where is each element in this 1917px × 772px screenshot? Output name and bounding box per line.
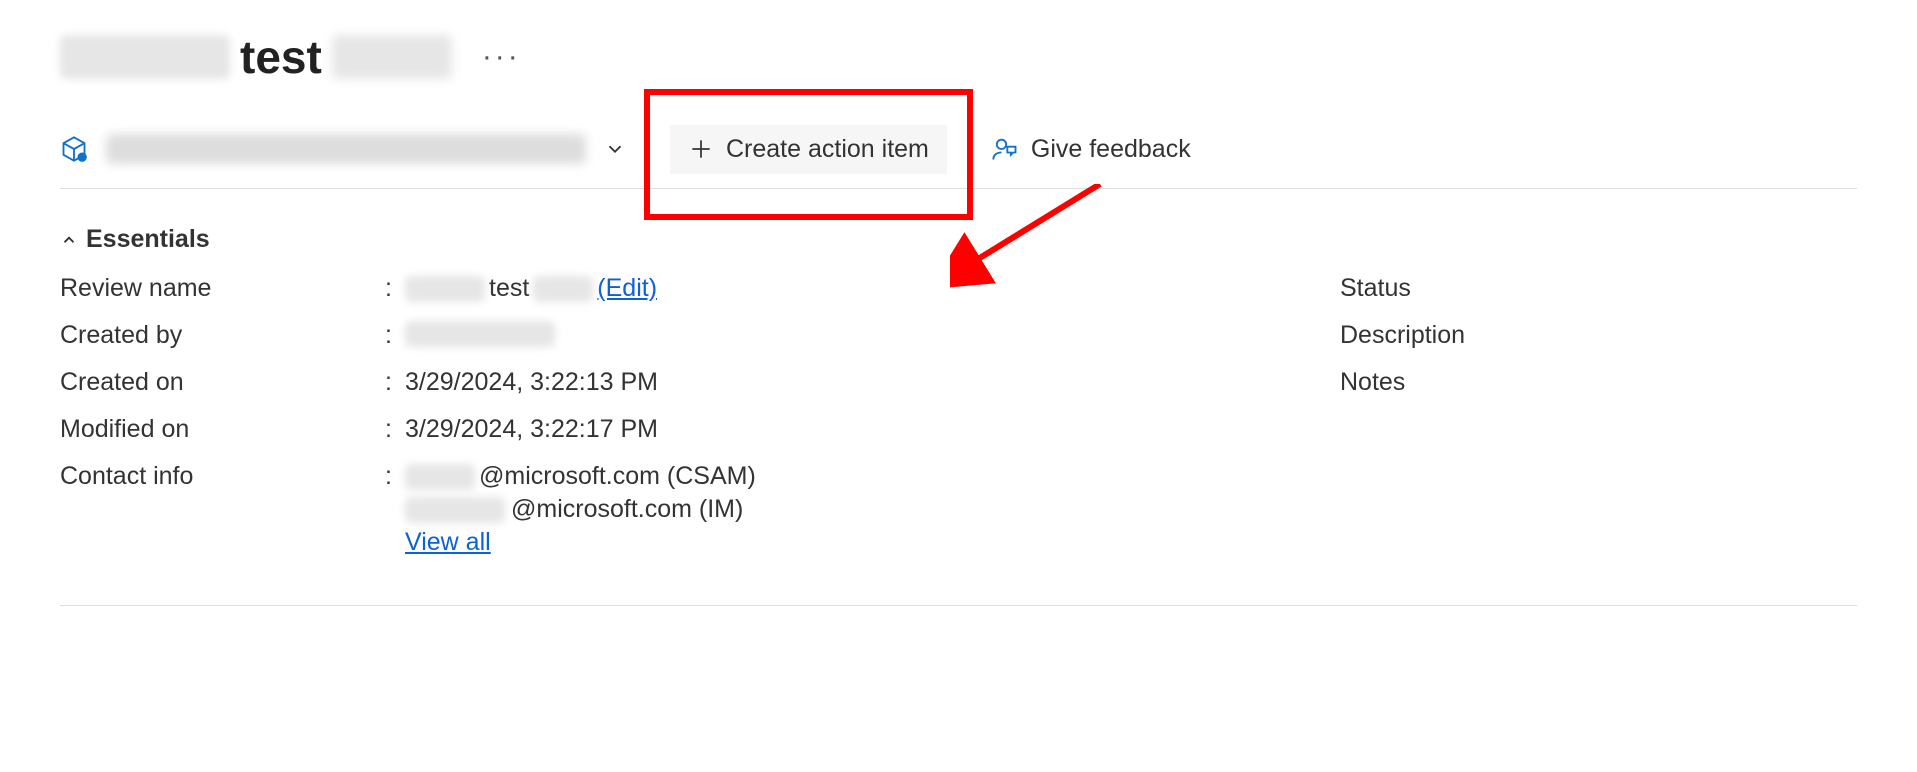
package-icon: [60, 135, 88, 163]
edit-review-name-link[interactable]: (Edit): [597, 274, 657, 303]
description-label: Description: [1340, 321, 1665, 350]
created-by-label: Created by: [60, 321, 385, 350]
chevron-down-icon: [604, 138, 626, 160]
contact1-redacted: [405, 464, 475, 490]
essentials-toggle[interactable]: Essentials: [60, 225, 1857, 254]
modified-on-label: Modified on: [60, 415, 385, 444]
give-feedback-label: Give feedback: [1031, 135, 1191, 164]
contact-line-1: @microsoft.com (CSAM): [405, 462, 756, 491]
title-redacted-prefix: [60, 35, 230, 79]
contact-line-2: @microsoft.com (IM): [405, 495, 756, 524]
essentials-panel: Review name : test (Edit) Created by :: [60, 274, 1857, 606]
review-name-mid: test: [489, 274, 529, 303]
review-name-suffix-redacted: [533, 276, 593, 302]
toolbar: Create action item Give feedback: [60, 124, 1857, 189]
plus-icon: [688, 136, 714, 162]
modified-on-value: 3/29/2024, 3:22:17 PM: [405, 415, 658, 444]
chevron-up-icon: [60, 231, 78, 249]
created-on-value: 3/29/2024, 3:22:13 PM: [405, 368, 658, 397]
status-label: Status: [1340, 274, 1665, 303]
review-name-prefix-redacted: [405, 276, 485, 302]
created-by-redacted: [405, 321, 555, 347]
create-action-item-button[interactable]: Create action item: [670, 125, 947, 174]
feedback-icon: [991, 135, 1019, 163]
contact-view-all-link[interactable]: View all: [405, 528, 491, 556]
resource-name-redacted: [106, 134, 586, 164]
resource-dropdown[interactable]: [60, 124, 644, 174]
title-mid: test: [240, 30, 322, 84]
page-title: test: [60, 30, 452, 84]
created-on-label: Created on: [60, 368, 385, 397]
give-feedback-button[interactable]: Give feedback: [973, 125, 1209, 174]
more-button[interactable]: ···: [472, 36, 531, 78]
notes-label: Notes: [1340, 368, 1665, 397]
create-action-item-label: Create action item: [726, 135, 929, 164]
title-redacted-suffix: [332, 35, 452, 79]
contact2-redacted: [405, 497, 505, 523]
contact-info-label: Contact info: [60, 462, 385, 491]
essentials-label: Essentials: [86, 225, 210, 254]
review-name-label: Review name: [60, 274, 385, 303]
annotation-highlight: Create action item: [644, 89, 973, 220]
